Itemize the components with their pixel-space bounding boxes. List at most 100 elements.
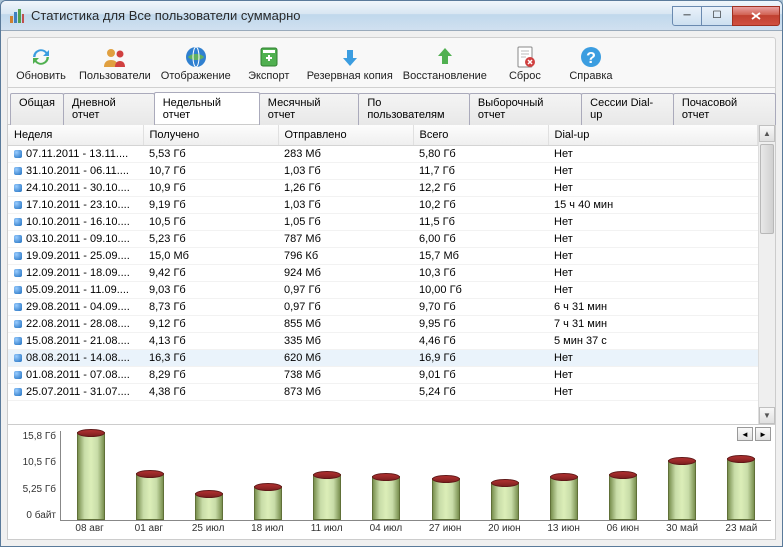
x-tick-label: 11 июл [307,523,347,537]
chart-bar[interactable] [372,476,400,521]
tab-4[interactable]: По пользователям [358,93,470,125]
report-table-container: НеделяПолученоОтправленоВсегоDial-up 07.… [7,124,776,425]
tab-6[interactable]: Сессии Dial-up [581,93,674,125]
column-header[interactable]: Неделя [8,125,143,146]
maximize-button[interactable]: ☐ [702,6,732,26]
scroll-up-button[interactable]: ▲ [759,125,775,142]
chart-plot: 08 авг01 авг25 июл18 июл11 июл04 июл27 и… [60,431,771,537]
help-button[interactable]: ?Справка [558,42,624,85]
table-row[interactable]: 25.07.2011 - 31.07....4,38 Гб873 Мб5,24 … [8,384,758,401]
row-bullet-icon [14,167,22,175]
row-bullet-icon [14,388,22,396]
chart-bar[interactable] [136,473,164,520]
tab-3[interactable]: Месячный отчет [259,93,360,125]
table-row[interactable]: 15.08.2011 - 21.08....4,13 Гб335 Мб4,46 … [8,333,758,350]
tab-strip: ОбщаяДневной отчетНедельный отчетМесячны… [7,88,776,124]
x-tick-label: 23 май [721,523,761,537]
reset-icon [513,45,537,69]
table-row[interactable]: 01.08.2011 - 07.08....8,29 Гб738 Мб9,01 … [8,367,758,384]
table-row[interactable]: 24.10.2011 - 30.10....10,9 Гб1,26 Гб12,2… [8,180,758,197]
help-icon: ? [579,45,603,69]
row-bullet-icon [14,201,22,209]
backup-button[interactable]: Резервная копия [302,42,398,85]
vertical-scrollbar[interactable]: ▲ ▼ [758,125,775,424]
minimize-button[interactable]: ─ [672,6,702,26]
row-bullet-icon [14,354,22,362]
table-row[interactable]: 12.09.2011 - 18.09....9,42 Гб924 Мб10,3 … [8,265,758,282]
table-row[interactable]: 07.11.2011 - 13.11....5,53 Гб283 Мб5,80 … [8,146,758,163]
table-row[interactable]: 05.09.2011 - 11.09....9,03 Гб0,97 Гб10,0… [8,282,758,299]
scroll-thumb[interactable] [760,144,774,234]
export-icon [257,45,281,69]
chart-bar[interactable] [491,482,519,520]
y-tick-label: 15,8 Гб [12,431,56,442]
x-tick-label: 08 авг [70,523,110,537]
tab-5[interactable]: Выборочный отчет [469,93,582,125]
row-bullet-icon [14,150,22,158]
x-tick-label: 04 июл [366,523,406,537]
table-row[interactable]: 17.10.2011 - 23.10....9,19 Гб1,03 Гб10,2… [8,197,758,214]
tool-label: Экспорт [248,70,289,82]
display-button[interactable]: Отображение [156,42,236,85]
chart-panel: ◄ ► 15,8 Гб10,5 Гб5,25 Гб0 байт 08 авг01… [7,425,776,540]
row-bullet-icon [14,218,22,226]
refresh-button[interactable]: Обновить [8,42,74,85]
tool-label: Восстановление [403,70,487,82]
app-window: Статистика для Все пользователи суммарно… [0,0,783,547]
column-header[interactable]: Всего [413,125,548,146]
tab-7[interactable]: Почасовой отчет [673,93,776,125]
x-tick-label: 13 июн [544,523,584,537]
table-row[interactable]: 03.10.2011 - 09.10....5,23 Гб787 Мб6,00 … [8,231,758,248]
scroll-track[interactable] [759,142,775,407]
tool-label: Сброс [509,70,541,82]
x-tick-label: 01 авг [129,523,169,537]
close-button[interactable] [732,6,780,26]
backup-icon [338,45,362,69]
table-row[interactable]: 22.08.2011 - 28.08....9,12 Гб855 Мб9,95 … [8,316,758,333]
table-row[interactable]: 29.08.2011 - 04.09....8,73 Гб0,97 Гб9,70… [8,299,758,316]
scroll-down-button[interactable]: ▼ [759,407,775,424]
tab-2[interactable]: Недельный отчет [154,92,260,124]
tool-label: Пользователи [79,70,151,82]
chart-bar[interactable] [432,478,460,520]
row-bullet-icon [14,286,22,294]
users-icon [103,45,127,69]
chart-y-axis: 15,8 Гб10,5 Гб5,25 Гб0 байт [12,431,60,537]
export-button[interactable]: Экспорт [236,42,302,85]
window-title: Статистика для Все пользователи суммарно [31,8,672,23]
refresh-icon [29,45,53,69]
table-row[interactable]: 31.10.2011 - 06.11....10,7 Гб1,03 Гб11,7… [8,163,758,180]
chart-bar[interactable] [550,476,578,521]
table-row[interactable]: 10.10.2011 - 16.10....10,5 Гб1,05 Гб11,5… [8,214,758,231]
chart-bar[interactable] [668,460,696,520]
display-icon [184,45,208,69]
restore-button[interactable]: Восстановление [398,42,492,85]
svg-text:?: ? [586,50,596,67]
y-tick-label: 0 байт [12,510,56,521]
titlebar[interactable]: Статистика для Все пользователи суммарно… [1,1,782,31]
row-bullet-icon [14,303,22,311]
chart-bar[interactable] [609,474,637,520]
chart-bar[interactable] [195,493,223,520]
chart-bar[interactable] [254,486,282,520]
y-tick-label: 5,25 Гб [12,484,56,495]
content-area: Обновить Пользователи Отображение Экспорт Ре… [1,31,782,546]
chart-bar[interactable] [313,474,341,520]
row-bullet-icon [14,337,22,345]
users-button[interactable]: Пользователи [74,42,156,85]
x-tick-label: 30 май [662,523,702,537]
table-row[interactable]: 08.08.2011 - 14.08....16,3 Гб620 Мб16,9 … [8,350,758,367]
table-row[interactable]: 19.09.2011 - 25.09....15,0 Мб796 Кб15,7 … [8,248,758,265]
column-header[interactable]: Получено [143,125,278,146]
tab-1[interactable]: Дневной отчет [63,93,155,125]
row-bullet-icon [14,235,22,243]
column-header[interactable]: Отправлено [278,125,413,146]
reset-button[interactable]: Сброс [492,42,558,85]
tool-label: Резервная копия [307,70,393,82]
chart-bar[interactable] [727,458,755,520]
table-scroll[interactable]: НеделяПолученоОтправленоВсегоDial-up 07.… [8,125,758,424]
chart-bar[interactable] [77,432,105,520]
row-bullet-icon [14,184,22,192]
column-header[interactable]: Dial-up [548,125,758,146]
tab-0[interactable]: Общая [10,93,64,125]
